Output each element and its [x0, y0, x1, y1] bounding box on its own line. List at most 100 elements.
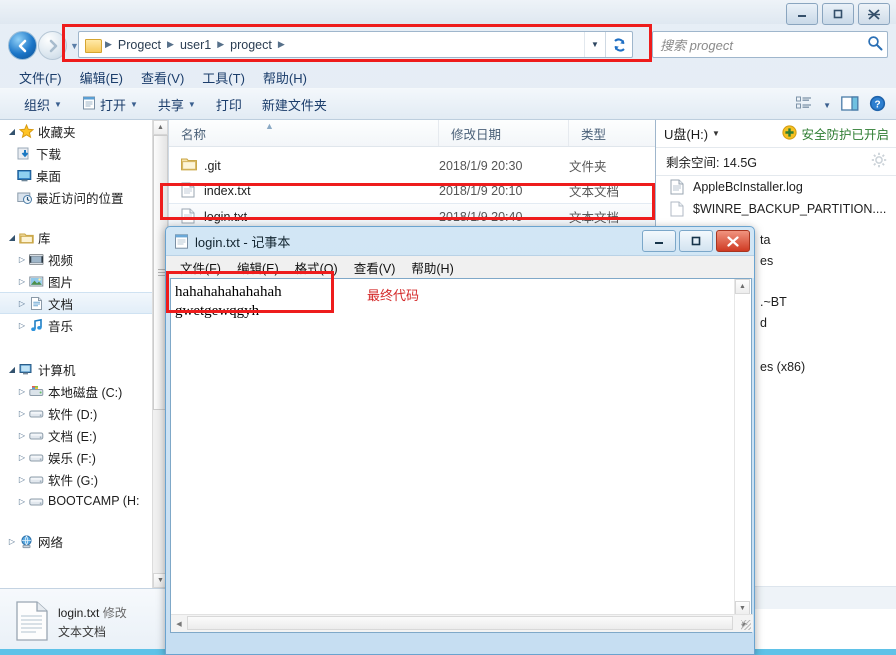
- notepad-menu-view[interactable]: 查看(V): [346, 256, 404, 279]
- scroll-up-arrow[interactable]: ▲: [153, 120, 168, 135]
- breadcrumb[interactable]: ▶ Progect ▶ user1 ▶ progect ▶: [79, 37, 584, 53]
- usb-free-space-row: 剩余空间: 14.5G: [656, 148, 896, 176]
- textfile-icon: [181, 182, 197, 199]
- sidebar-item-drive-h[interactable]: ▷ BOOTCAMP (H:: [0, 490, 152, 512]
- sidebar-label-drive-d: 软件 (D:): [48, 407, 98, 422]
- minimize-button[interactable]: [786, 3, 818, 25]
- sidebar-item-drive-g[interactable]: ▷ 软件 (G:): [0, 468, 152, 490]
- notepad-window[interactable]: login.txt - 记事本 文件(F) 编辑(E) 格式(O) 查看(V) …: [165, 226, 755, 655]
- file-name: login.txt: [204, 209, 248, 224]
- sidebar-item-drive-f[interactable]: ▷ 娱乐 (F:): [0, 446, 152, 468]
- menu-view[interactable]: 查看(V): [132, 66, 193, 89]
- expander-icon[interactable]: ▷: [16, 255, 28, 264]
- notepad-menu-help[interactable]: 帮助(H): [403, 256, 461, 279]
- chevron-down-icon[interactable]: ▼: [712, 129, 720, 138]
- search-icon[interactable]: [867, 35, 883, 54]
- sidebar-item-drive-d[interactable]: ▷ 软件 (D:): [0, 402, 152, 424]
- column-header-name[interactable]: 名称: [169, 120, 439, 146]
- close-button[interactable]: [858, 3, 890, 25]
- table-row[interactable]: index.txt 2018/1/9 20:10 文本文档: [169, 178, 656, 203]
- list-item[interactable]: AppleBcInstaller.log: [656, 176, 896, 198]
- expander-icon[interactable]: ▷: [16, 497, 28, 506]
- details-modified-label: 修改: [102, 606, 127, 620]
- sidebar-item-music[interactable]: ▷ 音乐: [0, 314, 152, 336]
- notepad-menu-edit[interactable]: 编辑(E): [229, 256, 287, 279]
- notepad-maximize-button[interactable]: [679, 230, 713, 252]
- menu-help[interactable]: 帮助(H): [254, 66, 316, 89]
- menu-tools[interactable]: 工具(T): [193, 66, 254, 89]
- sidebar-item-network[interactable]: ▷ 网络: [0, 530, 152, 552]
- search-input[interactable]: 搜索 progect: [657, 35, 867, 54]
- sidebar-group-libraries[interactable]: ◢ 库: [0, 226, 152, 248]
- expander-icon[interactable]: ▷: [16, 321, 28, 330]
- notepad-horizontal-scrollbar[interactable]: ◀ ▶: [171, 614, 753, 632]
- breadcrumb-item-0[interactable]: Progect: [114, 37, 165, 53]
- notepad-minimize-button[interactable]: [642, 230, 676, 252]
- expander-icon[interactable]: ▷: [16, 475, 28, 484]
- scroll-left-arrow[interactable]: ◀: [171, 616, 187, 631]
- notepad-vertical-scrollbar[interactable]: ▲ ▼: [734, 279, 751, 616]
- sidebar-item-pictures[interactable]: ▷ 图片: [0, 270, 152, 292]
- forward-button[interactable]: [38, 31, 67, 60]
- maximize-button[interactable]: [822, 3, 854, 25]
- list-item[interactable]: $WINRE_BACKUP_PARTITION....: [656, 198, 896, 220]
- expander-icon[interactable]: ▷: [16, 277, 28, 286]
- shield-ok-icon: [782, 124, 798, 143]
- share-button[interactable]: 共享 ▼: [148, 92, 206, 117]
- expander-icon[interactable]: ◢: [6, 127, 18, 136]
- expander-icon[interactable]: ▷: [16, 431, 28, 440]
- expander-icon[interactable]: ▷: [16, 409, 28, 418]
- sidebar-item-downloads[interactable]: 下载: [0, 142, 152, 164]
- column-header-type[interactable]: 类型: [569, 120, 656, 146]
- notepad-menu-format[interactable]: 格式(O): [287, 256, 346, 279]
- sidebar-item-drive-e[interactable]: ▷ 文档 (E:): [0, 424, 152, 446]
- refresh-icon[interactable]: [605, 32, 632, 57]
- usb-drive-selector[interactable]: U盘(H:) ▼: [664, 124, 720, 143]
- sidebar-item-videos[interactable]: ▷ 视频: [0, 248, 152, 270]
- notepad-menu-file[interactable]: 文件(F): [172, 256, 229, 279]
- sidebar-item-desktop[interactable]: 桌面: [0, 164, 152, 186]
- sidebar-item-recent-places[interactable]: 最近访问的位置: [0, 186, 152, 208]
- sidebar-item-documents[interactable]: ▷ 文档: [0, 292, 152, 314]
- notepad-close-button[interactable]: [716, 230, 750, 252]
- chevron-down-icon: ▼: [129, 99, 138, 109]
- organize-button[interactable]: 组织 ▼: [14, 92, 72, 117]
- breadcrumb-item-2[interactable]: progect: [226, 37, 276, 53]
- sidebar-group-computer[interactable]: ◢ 计算机: [0, 358, 152, 380]
- help-icon[interactable]: ?: [869, 95, 886, 115]
- open-button[interactable]: 打开 ▼: [72, 92, 148, 117]
- details-filename: login.txt: [58, 606, 100, 620]
- sidebar-item-drive-c[interactable]: ▷ 本地磁盘 (C:): [0, 380, 152, 402]
- table-row[interactable]: .git 2018/1/9 20:30 文件夹: [169, 153, 656, 178]
- new-folder-button[interactable]: 新建文件夹: [252, 92, 337, 117]
- preview-pane-icon[interactable]: [841, 95, 859, 115]
- scroll-up-arrow[interactable]: ▲: [735, 279, 750, 294]
- print-button[interactable]: 打印: [206, 92, 252, 117]
- expander-icon[interactable]: ▷: [6, 537, 18, 546]
- resize-grip[interactable]: [741, 620, 751, 630]
- expander-icon[interactable]: ◢: [6, 365, 18, 374]
- sidebar-group-favorites[interactable]: ◢ 收藏夹: [0, 120, 152, 142]
- expander-icon[interactable]: ▷: [16, 299, 28, 308]
- details-pane: login.txt 修改 文本文档: [0, 588, 167, 655]
- back-button[interactable]: [8, 31, 37, 60]
- address-bar[interactable]: ▶ Progect ▶ user1 ▶ progect ▶ ▼: [78, 31, 633, 58]
- navigation-pane[interactable]: ◢ 收藏夹 下载 桌面 最近访问的位置 ◢ 库 ▷ 视频 ▷ 图片 ▷ 文档 ▷…: [0, 120, 152, 588]
- scrollbar-thumb[interactable]: [187, 616, 733, 630]
- notepad-titlebar[interactable]: login.txt - 记事本: [166, 227, 754, 255]
- search-box[interactable]: 搜索 progect: [652, 31, 888, 58]
- menu-file[interactable]: 文件(F): [10, 66, 71, 89]
- notepad-text-area[interactable]: hahahahahahahah gwetgewqgyh 最终代码 ▲ ▼ ◀ ▶: [170, 278, 753, 633]
- notepad-text-content[interactable]: hahahahahahahah gwetgewqgyh: [175, 283, 505, 321]
- view-dropdown-icon[interactable]: ▼: [823, 101, 831, 110]
- expander-icon[interactable]: ▷: [16, 387, 28, 396]
- view-list-icon[interactable]: [796, 96, 813, 114]
- address-dropdown-icon[interactable]: ▼: [584, 32, 605, 57]
- documents-icon: [28, 295, 44, 311]
- breadcrumb-item-1[interactable]: user1: [176, 37, 215, 53]
- expander-icon[interactable]: ▷: [16, 453, 28, 462]
- menu-edit[interactable]: 编辑(E): [71, 66, 132, 89]
- gear-icon[interactable]: [871, 152, 887, 171]
- column-header-date[interactable]: 修改日期: [439, 120, 569, 146]
- expander-icon[interactable]: ◢: [6, 233, 18, 242]
